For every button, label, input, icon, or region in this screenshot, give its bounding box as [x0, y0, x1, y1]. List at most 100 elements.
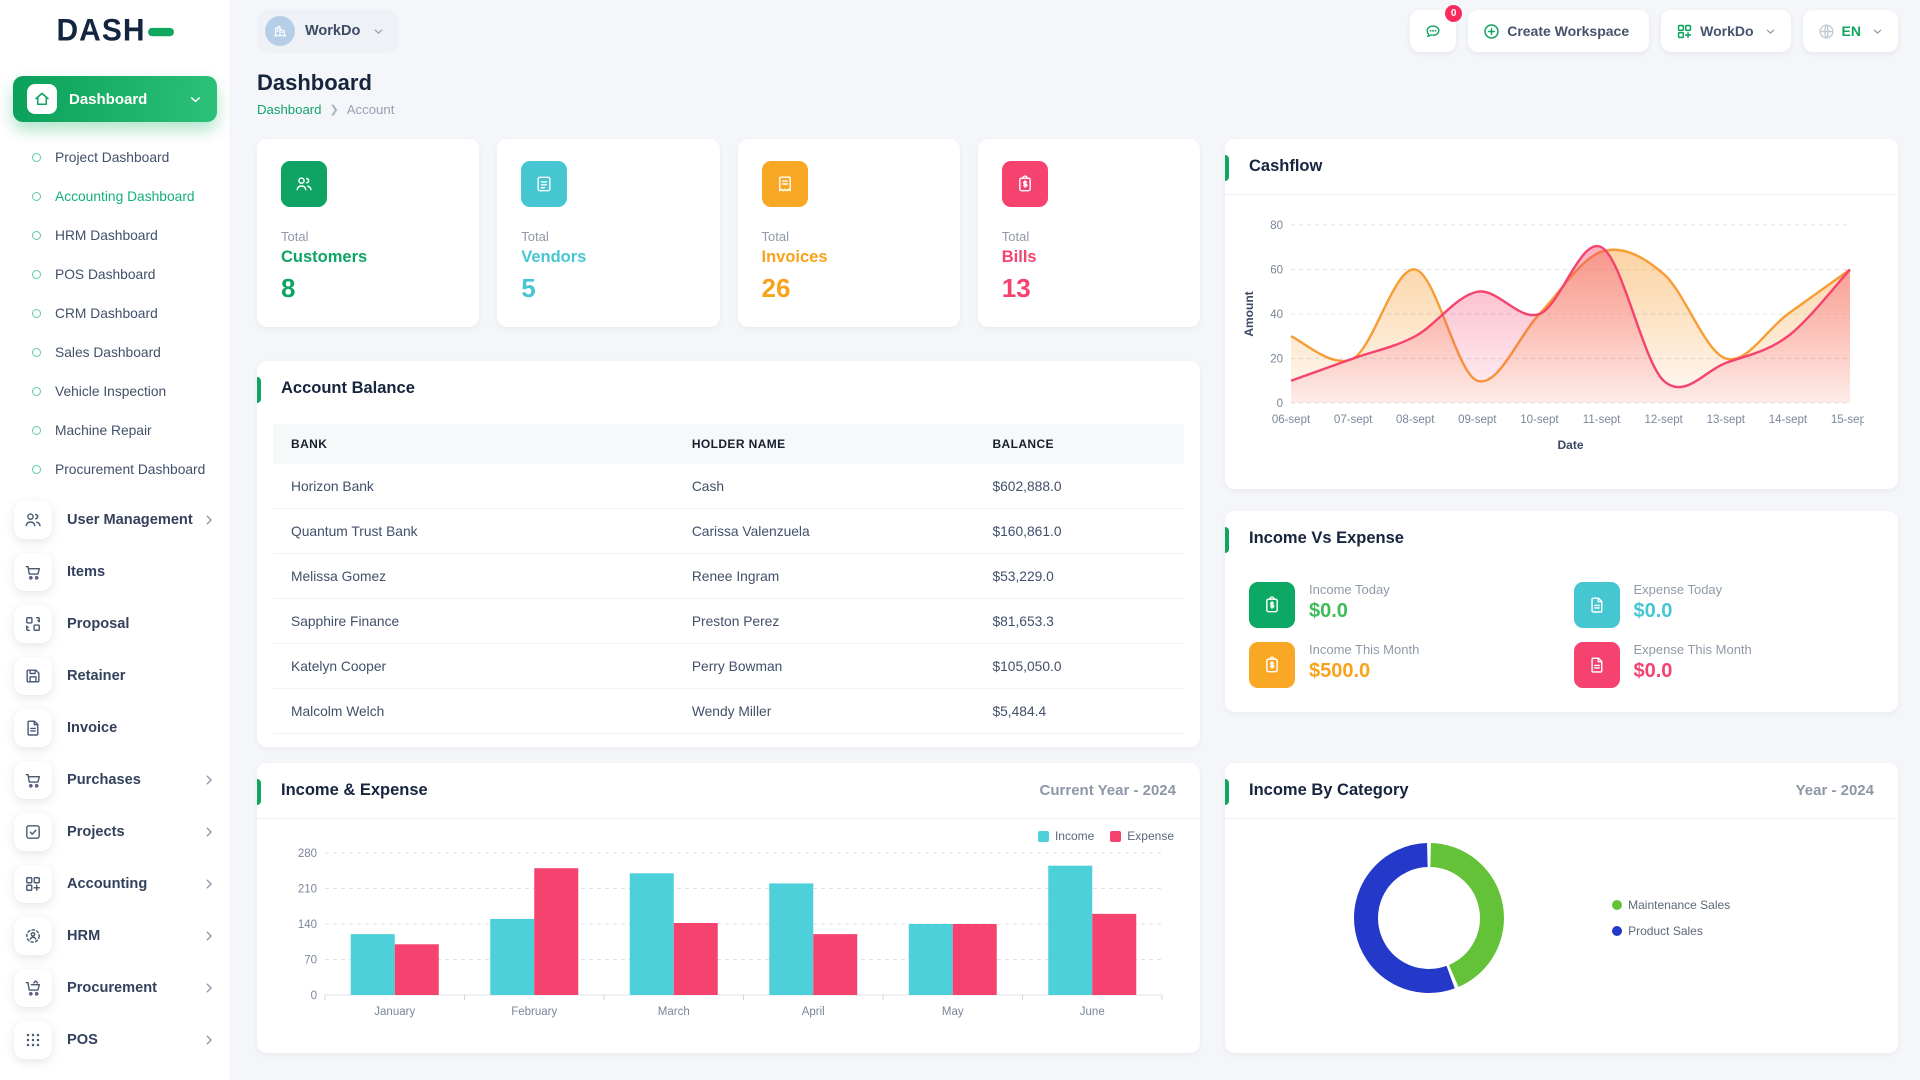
stat-label: Customers [281, 248, 455, 267]
legend-label: Maintenance Sales [1628, 898, 1730, 912]
svg-text:210: 210 [298, 884, 317, 896]
sidebar-item-pos-dashboard[interactable]: POS Dashboard [0, 255, 230, 294]
account-balance-table: BANK HOLDER NAME BALANCE Horizon BankCas… [273, 424, 1184, 734]
sidebar-item-crm-dashboard[interactable]: CRM Dashboard [0, 294, 230, 333]
cart-arrow-icon [14, 969, 52, 1007]
sidebar-item-retainer[interactable]: Retainer [0, 651, 230, 701]
note-icon [521, 161, 567, 207]
sidebar-item-vehicle-inspection[interactable]: Vehicle Inspection [0, 372, 230, 411]
income-expense-card: Income & Expense Current Year - 2024 Inc… [257, 763, 1200, 1053]
sidebar-item-purchases[interactable]: Purchases [0, 755, 230, 805]
svg-text:June: June [1080, 1006, 1105, 1018]
apps-menu-button[interactable]: WorkDo [1661, 10, 1790, 52]
income-by-category-donut-chart [1245, 829, 1612, 1007]
sidebar-modules: User Management ItemsProposalRetainerInvo… [0, 495, 230, 1065]
sidebar-item-sales-dashboard[interactable]: Sales Dashboard [0, 333, 230, 372]
svg-text:13-sept: 13-sept [1707, 414, 1746, 426]
legend-item-expense[interactable]: Expense [1110, 829, 1174, 843]
holder-cell: Renee Ingram [674, 554, 975, 599]
sidebar-item-dashboard[interactable]: Dashboard [13, 76, 217, 122]
svg-text:140: 140 [298, 919, 317, 931]
sidebar-item-pos[interactable]: POS [0, 1015, 230, 1065]
breadcrumb-dashboard-link[interactable]: Dashboard [257, 102, 322, 117]
cashflow-title: Cashflow [1249, 157, 1322, 176]
page-title: Dashboard [257, 70, 1898, 96]
clipboard-icon [1002, 161, 1048, 207]
create-workspace-button[interactable]: Create Workspace [1468, 10, 1649, 52]
sidebar-item-items[interactable]: Items [0, 547, 230, 597]
app-logo[interactable]: DASH [0, 0, 230, 62]
svg-text:20: 20 [1270, 354, 1283, 366]
account-balance-card: Account Balance BANK HOLDER NAME BALANCE [257, 361, 1200, 747]
sidebar-dashboard-submenu: Project DashboardAccounting DashboardHRM… [0, 128, 230, 493]
income-expense-legend: Income Expense [257, 819, 1200, 843]
metric-value: $0.0 [1309, 600, 1390, 623]
circle-bullet-icon [32, 231, 41, 240]
bank-cell: Quantum Trust Bank [273, 509, 674, 554]
bank-cell: Horizon Bank [273, 464, 674, 509]
cart-icon [14, 553, 52, 591]
income-by-category-title: Income By Category [1249, 781, 1409, 800]
svg-text:70: 70 [304, 955, 317, 967]
create-workspace-label: Create Workspace [1507, 23, 1629, 39]
sidebar-item-label: User Management [67, 512, 202, 528]
workspace-switcher[interactable]: WorkDo [257, 9, 399, 53]
sidebar-item-proposal[interactable]: Proposal [0, 599, 230, 649]
income-vs-expense-title: Income Vs Expense [1249, 529, 1404, 548]
stat-card-total-vendors: TotalVendors5 [497, 139, 719, 327]
holder-cell: Perry Bowman [674, 644, 975, 689]
svg-text:12-sept: 12-sept [1644, 414, 1683, 426]
logo-dash-decoration [148, 28, 174, 36]
circle-bullet-icon [32, 348, 41, 357]
sidebar-item-procurement-dashboard[interactable]: Procurement Dashboard [0, 450, 230, 489]
sidebar-item-label: Sales Dashboard [55, 344, 161, 361]
stat-value: 5 [521, 273, 695, 304]
metric-value: $0.0 [1634, 660, 1752, 683]
holder-cell: Carissa Valenzuela [674, 509, 975, 554]
svg-text:06-sept: 06-sept [1272, 414, 1311, 426]
language-selector[interactable]: EN [1803, 10, 1898, 52]
stat-prefix: Total [762, 229, 936, 244]
circle-bullet-icon [32, 153, 41, 162]
stat-label: Bills [1002, 248, 1176, 267]
sidebar-item-hrm[interactable]: HRM [0, 911, 230, 961]
sidebar-item-label: Procurement [67, 980, 202, 996]
svg-text:07-sept: 07-sept [1334, 414, 1373, 426]
svg-text:0: 0 [1277, 398, 1283, 410]
messages-badge: 0 [1445, 5, 1462, 22]
balance-cell: $53,229.0 [974, 554, 1184, 599]
chevron-right-icon [202, 513, 216, 527]
stat-value: 13 [1002, 273, 1176, 304]
breadcrumb-separator: ❯ [330, 103, 339, 116]
svg-text:14-sept: 14-sept [1769, 414, 1808, 426]
chevron-down-icon [1871, 25, 1884, 38]
sidebar-item-project-dashboard[interactable]: Project Dashboard [0, 138, 230, 177]
bank-cell: Sapphire Finance [273, 599, 674, 644]
invoice-icon [762, 161, 808, 207]
sidebar-item-machine-repair[interactable]: Machine Repair [0, 411, 230, 450]
sidebar-item-user-management[interactable]: User Management [0, 495, 230, 545]
sidebar-item-hrm-dashboard[interactable]: HRM Dashboard [0, 216, 230, 255]
income-expense-title: Income & Expense [281, 781, 428, 800]
svg-text:60: 60 [1270, 265, 1283, 277]
messages-button[interactable]: 0 [1410, 10, 1456, 52]
legend-item-product-sales[interactable]: Product Sales [1612, 924, 1730, 938]
legend-swatch [1038, 831, 1049, 842]
sidebar-item-invoice[interactable]: Invoice [0, 703, 230, 753]
circle-bullet-icon [32, 309, 41, 318]
table-row: Horizon BankCash$602,888.0 [273, 464, 1184, 509]
sidebar-item-projects[interactable]: Projects [0, 807, 230, 857]
sidebar-item-accounting[interactable]: Accounting [0, 859, 230, 909]
table-row: Quantum Trust BankCarissa Valenzuela$160… [273, 509, 1184, 554]
sidebar-item-procurement[interactable]: Procurement [0, 963, 230, 1013]
legend-item-income[interactable]: Income [1038, 829, 1094, 843]
legend-item-maintenance-sales[interactable]: Maintenance Sales [1612, 898, 1730, 912]
circle-bullet-icon [32, 192, 41, 201]
apps-menu-label: WorkDo [1700, 23, 1753, 39]
svg-text:January: January [374, 1006, 415, 1018]
metric-label: Expense Today [1634, 582, 1723, 597]
metric-label: Income Today [1309, 582, 1390, 597]
stat-card-total-bills: TotalBills13 [978, 139, 1200, 327]
svg-text:May: May [942, 1006, 964, 1018]
sidebar-item-accounting-dashboard[interactable]: Accounting Dashboard [0, 177, 230, 216]
